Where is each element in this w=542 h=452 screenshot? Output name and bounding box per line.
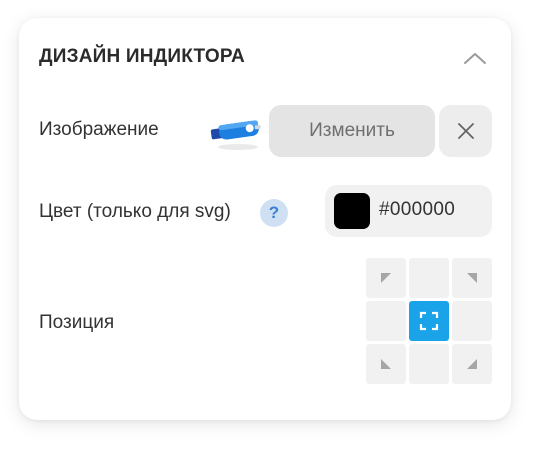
position-cell-top-left[interactable]	[366, 258, 406, 298]
expand-frame-icon	[419, 311, 439, 331]
position-cell-right[interactable]	[452, 301, 492, 341]
indicator-image-thumbnail	[209, 109, 265, 153]
corner-arrow-bottom-left-icon	[381, 359, 391, 369]
chevron-up-icon	[464, 53, 486, 64]
image-label: Изображение	[39, 119, 159, 140]
question-icon[interactable]: ?	[260, 199, 288, 227]
indicator-design-panel: ДИЗАЙН ИНДИКТОРА Изображение Изменить Цв…	[19, 18, 511, 420]
remove-image-button[interactable]	[439, 105, 492, 157]
position-cell-top-right[interactable]	[452, 258, 492, 298]
collapse-button[interactable]	[459, 44, 491, 72]
corner-arrow-top-right-icon	[467, 273, 477, 283]
color-input[interactable]: #000000	[325, 185, 492, 237]
panel-title: ДИЗАЙН ИНДИКТОРА	[39, 46, 245, 67]
position-label: Позиция	[39, 312, 115, 333]
corner-arrow-top-left-icon	[381, 273, 391, 283]
position-cell-bottom-right[interactable]	[452, 344, 492, 384]
corner-arrow-bottom-right-icon	[467, 359, 477, 369]
color-swatch[interactable]	[334, 193, 370, 229]
position-grid	[366, 258, 492, 384]
close-icon	[457, 123, 474, 139]
position-cell-center[interactable]	[409, 301, 449, 341]
position-cell-left[interactable]	[366, 301, 406, 341]
change-image-button[interactable]: Изменить	[269, 105, 435, 157]
color-value: #000000	[379, 199, 456, 220]
position-cell-top[interactable]	[409, 258, 449, 298]
position-cell-bottom[interactable]	[409, 344, 449, 384]
color-label: Цвет (только для svg)	[39, 201, 231, 222]
position-cell-bottom-left[interactable]	[366, 344, 406, 384]
